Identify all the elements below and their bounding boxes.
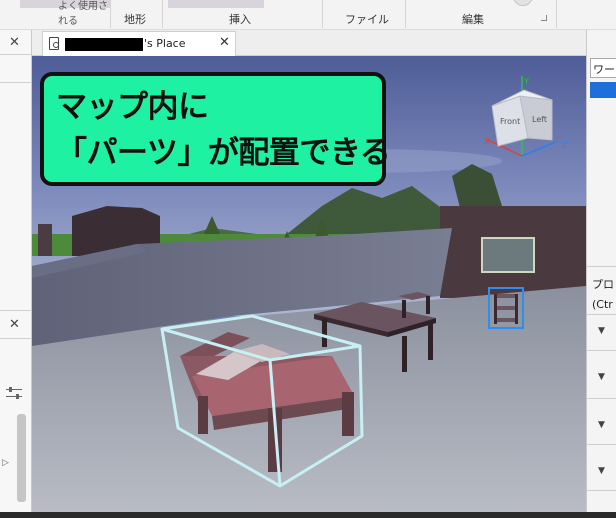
divider: [0, 338, 32, 339]
axis-x-label: X: [484, 137, 490, 146]
distant-post: [38, 224, 52, 256]
explorer-search-field[interactable]: ワー: [590, 58, 616, 78]
divider: [0, 54, 32, 55]
callout-line-1: マップ内に: [56, 89, 209, 125]
divider: [587, 398, 616, 399]
collapse-arrow-icon[interactable]: ▼: [598, 372, 605, 382]
divider: [0, 310, 32, 311]
ribbon-round-icon[interactable]: [513, 0, 533, 6]
collapse-arrow-icon[interactable]: ▼: [598, 420, 605, 430]
status-strip: [0, 512, 616, 518]
ribbon: よく使用される 地形 挿入 ファイル 編集: [0, 0, 616, 30]
ribbon-group-insert: 挿入: [229, 13, 251, 26]
divider: [587, 350, 616, 351]
expand-arrow-icon[interactable]: ▷: [2, 458, 9, 468]
sliders-icon[interactable]: [6, 386, 22, 400]
properties-filter[interactable]: (Ctr: [592, 298, 613, 311]
divider: [587, 266, 616, 267]
axis-y-label: Y: [523, 77, 529, 86]
collapse-arrow-icon[interactable]: ▼: [598, 466, 605, 476]
ribbon-button-stub[interactable]: よく使用される: [20, 0, 110, 27]
callout-line-2: 「パーツ」が配置できる: [56, 135, 391, 171]
ribbon-partial-text: よく使用される: [58, 1, 108, 27]
annotation-callout: マップ内に 「パーツ」が配置できる: [40, 72, 391, 186]
properties-label: プロ: [592, 278, 614, 291]
ribbon-group-file: ファイル: [345, 13, 389, 26]
divider: [587, 314, 616, 315]
divider: [0, 82, 32, 83]
document-tab-bar: 's Place ✕: [32, 30, 586, 56]
ribbon-group-terrain: 地形: [124, 13, 146, 26]
3d-viewport[interactable]: Front Left Y X Z マップ内に 「パーツ」が配置できる: [32, 56, 586, 512]
right-dock-panel: ワー プロ (Ctr ▼ ▼ ▼ ▼: [586, 30, 616, 512]
ribbon-separator: [322, 0, 323, 28]
ribbon-group-edit: 編集: [462, 13, 484, 26]
selected-chair: [488, 287, 524, 329]
view-cube[interactable]: Front Left Y X Z: [480, 74, 580, 160]
view-cube-left-label: Left: [532, 115, 547, 124]
document-tab[interactable]: 's Place ✕: [42, 31, 236, 56]
collapse-arrow-icon[interactable]: ▼: [598, 326, 605, 336]
view-cube-front-label: Front: [500, 117, 520, 126]
explorer-label: ワー: [593, 63, 615, 76]
document-tab-label: 's Place: [144, 37, 186, 50]
tab-close-icon[interactable]: ✕: [219, 35, 230, 50]
divider: [587, 444, 616, 445]
house-window: [481, 237, 535, 273]
left-panel-close-icon[interactable]: ✕: [9, 35, 20, 50]
ribbon-button-stub[interactable]: [168, 0, 264, 8]
left-dock-panel: ✕ ✕ ▷: [0, 30, 32, 512]
ribbon-dialog-launcher-icon[interactable]: [541, 15, 547, 21]
ribbon-separator: [162, 0, 163, 28]
redacted-username: [65, 38, 143, 51]
ribbon-separator: [405, 0, 406, 28]
left-panel-close-icon[interactable]: ✕: [9, 317, 20, 332]
explorer-selected-item[interactable]: [590, 82, 616, 98]
divider: [587, 490, 616, 491]
left-panel-scrollbar[interactable]: [17, 414, 26, 502]
place-file-icon: [49, 37, 59, 50]
ribbon-separator: [556, 0, 557, 28]
ribbon-separator: [110, 0, 111, 28]
axis-z-label: Z: [562, 141, 568, 150]
